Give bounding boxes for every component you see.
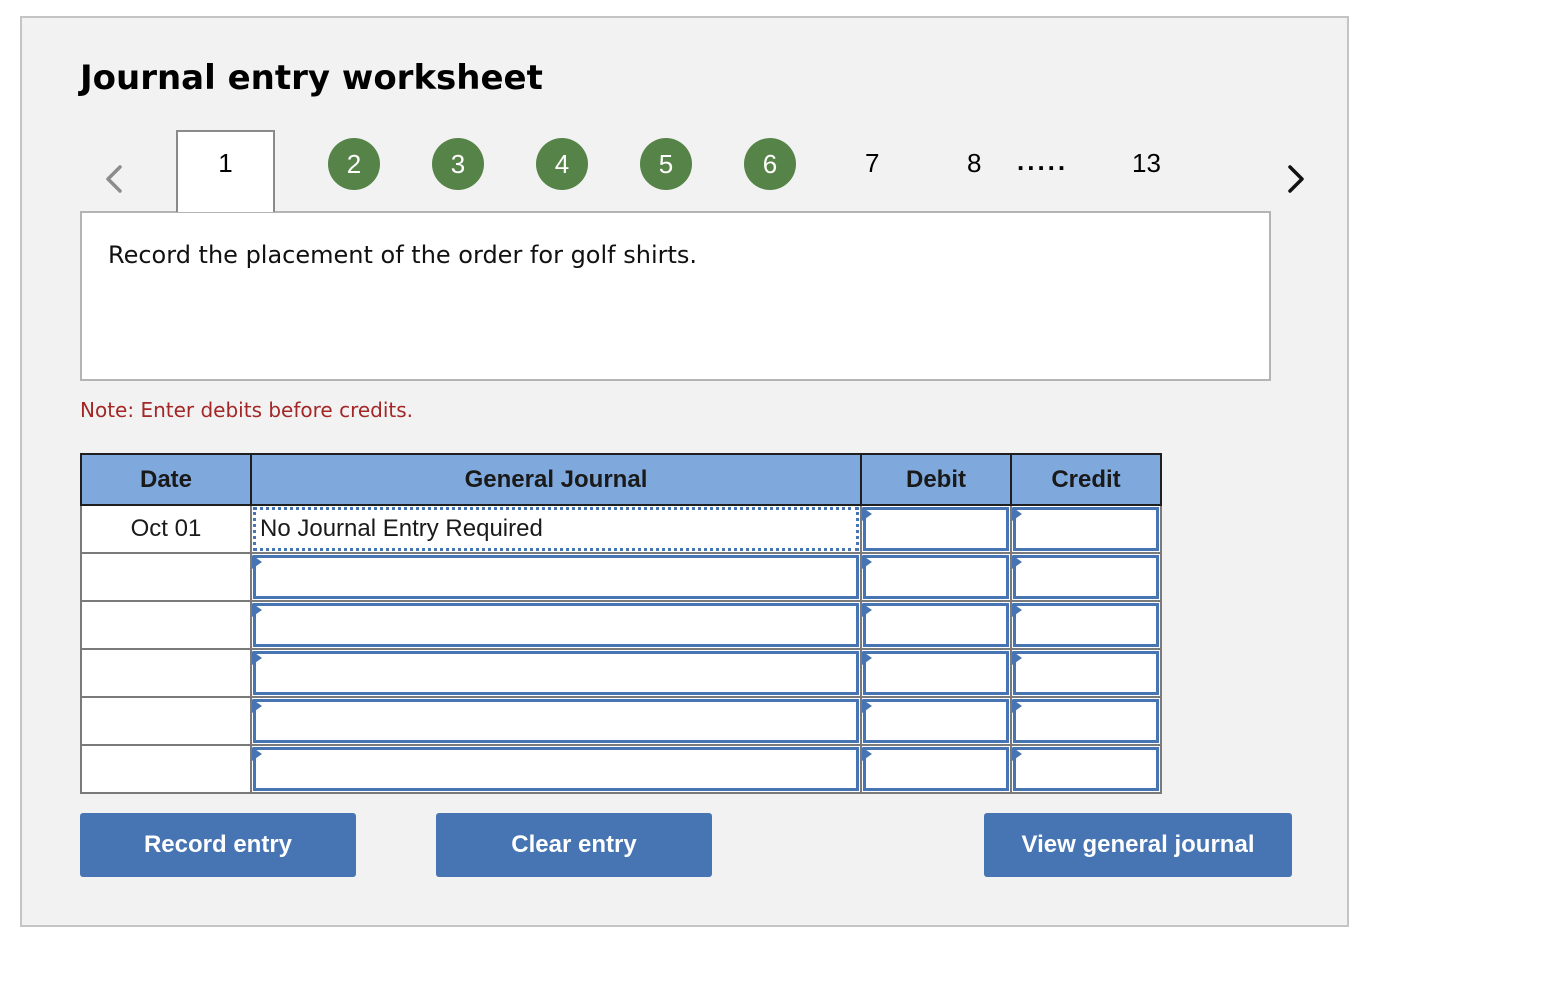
debit-input[interactable] [863, 603, 1009, 647]
dropdown-marker-icon [252, 699, 262, 713]
account-cell [250, 552, 862, 602]
worksheet-panel: Journal entry worksheet 1 2 3 4 5 6 7 8 … [20, 16, 1349, 927]
credit-cell [1010, 696, 1162, 746]
header-general-journal: General Journal [250, 453, 862, 506]
account-input[interactable]: No Journal Entry Required [253, 507, 859, 551]
note-text: Note: Enter debits before credits. [80, 398, 414, 422]
step-13[interactable]: 13 [1132, 148, 1161, 179]
page-title: Journal entry worksheet [80, 58, 543, 98]
table-row [80, 648, 1162, 698]
journal-table: Date General Journal Debit Credit Oct 01… [80, 453, 1162, 794]
dropdown-marker-icon [1012, 699, 1022, 713]
table-row [80, 600, 1162, 650]
dropdown-marker-icon [1012, 747, 1022, 761]
date-cell: Oct 01 [80, 504, 252, 554]
credit-cell [1010, 504, 1162, 554]
account-input[interactable] [253, 603, 859, 647]
account-cell [250, 600, 862, 650]
pager-ellipsis: ..... [1017, 146, 1069, 176]
step-4[interactable]: 4 [536, 138, 588, 190]
header-debit: Debit [860, 453, 1012, 506]
step-6[interactable]: 6 [744, 138, 796, 190]
table-row [80, 696, 1162, 746]
debit-cell [860, 744, 1012, 794]
dropdown-marker-icon [862, 603, 872, 617]
table-row [80, 552, 1162, 602]
table-row: Oct 01 No Journal Entry Required [80, 504, 1162, 554]
account-cell [250, 696, 862, 746]
clear-entry-button[interactable]: Clear entry [436, 813, 712, 877]
dropdown-marker-icon [862, 699, 872, 713]
step-tab-1[interactable]: 1 [176, 130, 275, 212]
next-step-button[interactable] [1280, 161, 1310, 197]
table-row [80, 744, 1162, 794]
credit-cell [1010, 600, 1162, 650]
question-box: Record the placement of the order for go… [80, 211, 1271, 381]
prev-step-button[interactable] [100, 161, 130, 197]
header-date: Date [80, 453, 252, 506]
dropdown-marker-icon [1012, 651, 1022, 665]
dropdown-marker-icon [862, 555, 872, 569]
dropdown-marker-icon [252, 747, 262, 761]
debit-input[interactable] [863, 555, 1009, 599]
account-input[interactable] [253, 699, 859, 743]
step-2[interactable]: 2 [328, 138, 380, 190]
dropdown-marker-icon [862, 747, 872, 761]
credit-cell [1010, 552, 1162, 602]
debit-cell [860, 600, 1012, 650]
dropdown-marker-icon [1012, 603, 1022, 617]
debit-cell [860, 696, 1012, 746]
dropdown-marker-icon [1012, 555, 1022, 569]
date-cell[interactable] [80, 600, 252, 650]
debit-input[interactable] [863, 747, 1009, 791]
step-7[interactable]: 7 [865, 148, 879, 179]
table-header-row: Date General Journal Debit Credit [80, 453, 1162, 506]
date-cell[interactable] [80, 696, 252, 746]
date-cell[interactable] [80, 648, 252, 698]
dropdown-marker-icon [252, 555, 262, 569]
debit-input[interactable] [863, 507, 1009, 551]
dropdown-marker-icon [252, 603, 262, 617]
credit-cell [1010, 648, 1162, 698]
credit-input[interactable] [1013, 651, 1159, 695]
chevron-left-icon [106, 165, 122, 193]
credit-input[interactable] [1013, 747, 1159, 791]
chevron-right-icon [1288, 165, 1304, 193]
credit-input[interactable] [1013, 507, 1159, 551]
account-cell [250, 648, 862, 698]
debit-cell [860, 552, 1012, 602]
account-cell [250, 744, 862, 794]
credit-input[interactable] [1013, 603, 1159, 647]
debit-cell [860, 504, 1012, 554]
dropdown-marker-icon [1012, 507, 1022, 521]
dropdown-marker-icon [862, 507, 872, 521]
debit-cell [860, 648, 1012, 698]
date-cell[interactable] [80, 744, 252, 794]
credit-cell [1010, 744, 1162, 794]
account-input[interactable] [253, 555, 859, 599]
debit-input[interactable] [863, 651, 1009, 695]
account-input[interactable] [253, 651, 859, 695]
step-5[interactable]: 5 [640, 138, 692, 190]
question-text: Record the placement of the order for go… [108, 241, 698, 269]
record-entry-button[interactable]: Record entry [80, 813, 356, 877]
date-cell[interactable] [80, 552, 252, 602]
debit-input[interactable] [863, 699, 1009, 743]
account-cell: No Journal Entry Required [250, 504, 862, 554]
dropdown-marker-icon [862, 651, 872, 665]
dropdown-marker-icon [252, 651, 262, 665]
step-3[interactable]: 3 [432, 138, 484, 190]
view-general-journal-button[interactable]: View general journal [984, 813, 1292, 877]
credit-input[interactable] [1013, 699, 1159, 743]
header-credit: Credit [1010, 453, 1162, 506]
credit-input[interactable] [1013, 555, 1159, 599]
account-input[interactable] [253, 747, 859, 791]
step-8[interactable]: 8 [967, 148, 981, 179]
